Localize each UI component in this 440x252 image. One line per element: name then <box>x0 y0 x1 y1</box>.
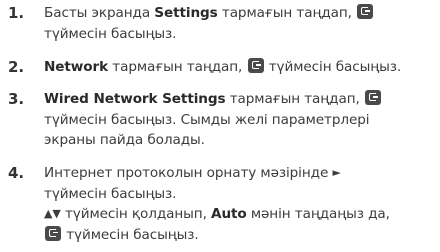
step-text: түймесін басыңыз. <box>264 59 402 75</box>
enter-button-icon <box>247 58 264 73</box>
step-text: түймесін басыңыз. Сымды желі параметрлер… <box>44 111 370 128</box>
step-number: 1. <box>8 4 25 22</box>
step-number: 3. <box>8 90 25 108</box>
step-text: түймесін қолданып, <box>60 206 212 222</box>
step-text: түймесін басыңыз. <box>62 226 199 243</box>
step-text: тармағын таңдап, <box>217 5 357 21</box>
step-text: тармағын таңдап, <box>225 91 364 107</box>
step-number: 2. <box>8 58 25 76</box>
step-text: түймесін басыңыз. <box>44 25 177 42</box>
step-text: Интернет протоколын орнату мәзірінде <box>44 165 333 181</box>
enter-button-icon <box>45 225 61 241</box>
step-number: 4. <box>8 164 25 182</box>
setting-name: Wired Network Settings <box>44 91 226 107</box>
up-down-arrow-icon: ▲▼ <box>44 207 61 220</box>
step-text: экраны пайда болады. <box>44 132 205 148</box>
enter-button-icon <box>357 4 374 19</box>
step-text: мәнін таңдаңыз да, <box>246 206 390 222</box>
setting-name: Network <box>44 59 109 75</box>
step-text: Басты экранда <box>44 5 155 21</box>
setting-name: Settings <box>154 5 218 21</box>
right-arrow-icon: ► <box>332 166 341 179</box>
option-name: Auto <box>211 206 247 222</box>
enter-button-icon <box>364 90 381 105</box>
step-text: түймесін басыңыз. <box>44 185 177 202</box>
step-text: тармағын таңдап, <box>108 59 247 75</box>
instruction-list: 1. Басты экранда Settings тармағын таңда… <box>0 0 440 252</box>
